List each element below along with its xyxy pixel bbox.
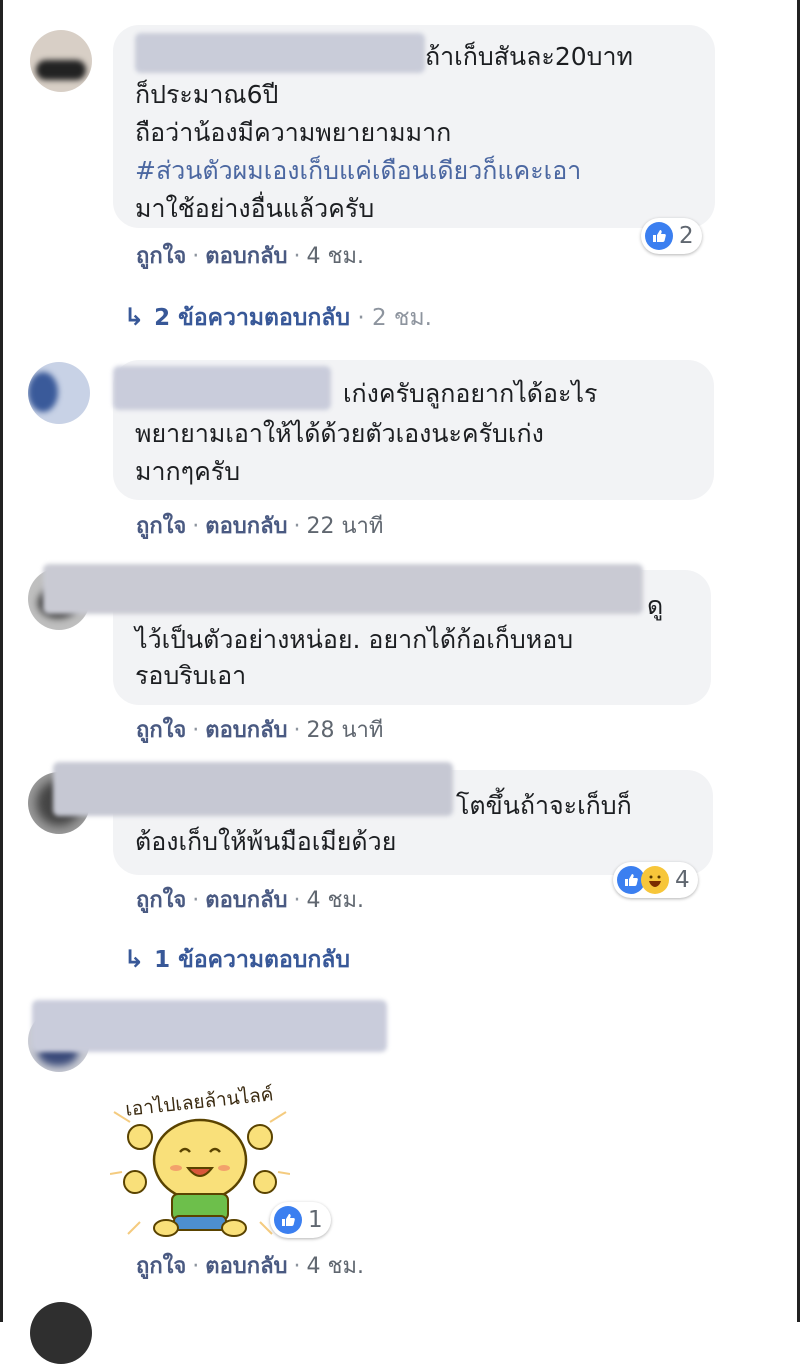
comment-text: มาใช้อย่างอื่นแล้วครับ bbox=[135, 194, 375, 223]
blurred-author-name[interactable] bbox=[53, 762, 453, 816]
view-replies-link[interactable]: ↳ 2 ข้อความตอบกลับ · 2 ชม. bbox=[124, 300, 432, 336]
reply-arrow-icon: ↳ bbox=[124, 945, 145, 973]
comment-text: ถ้าเก็บสันละ20บาท bbox=[425, 42, 634, 71]
like-reaction-icon bbox=[274, 1206, 302, 1234]
comment-text: โตขึ้นถ้าจะเก็บก็ bbox=[456, 791, 632, 820]
sticker-caption: เอาไปเลยล้านไลค์ bbox=[124, 1083, 274, 1120]
timestamp[interactable]: 4 ชม. bbox=[307, 244, 364, 269]
reaction-count: 2 bbox=[679, 223, 694, 249]
comment-text: ดู bbox=[647, 591, 664, 620]
window-border-left bbox=[0, 0, 3, 1322]
comment-actions: ถูกใจ · ตอบกลับ · 4 ชม. bbox=[136, 244, 364, 269]
comment-bubble: ถ้าเก็บสันละ20บาท ก็ประมาณ6ปี ถือว่าน้อง… bbox=[113, 25, 715, 228]
reaction-count: 4 bbox=[675, 867, 690, 893]
avatar[interactable] bbox=[30, 30, 92, 92]
reaction-summary[interactable]: 4 bbox=[613, 862, 698, 898]
blurred-author-name[interactable] bbox=[32, 1000, 387, 1052]
reply-link[interactable]: ตอบกลับ bbox=[205, 888, 287, 913]
comment-bubble: ดู ไว้เป็นตัวอย่างหน่อย. อยากได้ก้อเก็บห… bbox=[43, 564, 711, 705]
comment-actions: ถูกใจ · ตอบกลับ · 28 นาที bbox=[136, 718, 384, 743]
timestamp[interactable]: 4 ชม. bbox=[307, 1254, 364, 1279]
like-link[interactable]: ถูกใจ bbox=[136, 888, 186, 913]
comment-text: ถือว่าน้องมีความพยายามมาก bbox=[135, 118, 452, 147]
like-reaction-icon bbox=[645, 222, 673, 250]
comment-bubble: โตขึ้นถ้าจะเก็บก็ ต้องเก็บให้พ้นมือเมียด… bbox=[53, 762, 713, 875]
comment-text: ไว้เป็นตัวอย่างหน่อย. อยากได้ก้อเก็บหอบ bbox=[135, 625, 574, 654]
comment-text: เก่งครับลูกอยากได้อะไร bbox=[343, 379, 598, 408]
comment-text: มากๆครับ bbox=[135, 457, 241, 486]
blurred-author-name[interactable] bbox=[43, 564, 643, 614]
view-replies-link[interactable]: ↳ 1 ข้อความตอบกลับ bbox=[124, 942, 350, 978]
comment-text: พยายามเอาให้ได้ด้วยตัวเองนะครับเก่ง bbox=[135, 419, 544, 448]
reply-link[interactable]: ตอบกลับ bbox=[205, 514, 287, 539]
like-link[interactable]: ถูกใจ bbox=[136, 1254, 186, 1279]
comment-text: รอบริบเอา bbox=[135, 661, 247, 690]
avatar[interactable] bbox=[28, 362, 90, 424]
like-link[interactable]: ถูกใจ bbox=[136, 244, 186, 269]
sticker[interactable]: เอาไปเลยล้านไลค์ bbox=[109, 1082, 291, 1242]
reaction-summary[interactable]: 2 bbox=[641, 218, 702, 254]
timestamp[interactable]: 4 ชม. bbox=[307, 888, 364, 913]
timestamp[interactable]: 22 นาที bbox=[307, 514, 384, 539]
like-link[interactable]: ถูกใจ bbox=[136, 718, 186, 743]
comment-bubble: เก่งครับลูกอยากได้อะไร พยายามเอาให้ได้ด้… bbox=[113, 360, 714, 500]
blurred-author-name[interactable] bbox=[135, 33, 425, 73]
reaction-count: 1 bbox=[308, 1207, 323, 1233]
reply-arrow-icon: ↳ bbox=[124, 303, 145, 331]
haha-reaction-icon bbox=[641, 866, 669, 894]
comment-text: ก็ประมาณ6ปี bbox=[135, 80, 279, 109]
comment-actions: ถูกใจ · ตอบกลับ · 4 ชม. bbox=[136, 1254, 364, 1279]
blurred-author-name[interactable] bbox=[113, 366, 331, 410]
avatar[interactable] bbox=[30, 1302, 92, 1364]
timestamp[interactable]: 28 นาที bbox=[307, 718, 384, 743]
reply-link[interactable]: ตอบกลับ bbox=[205, 244, 287, 269]
like-link[interactable]: ถูกใจ bbox=[136, 514, 186, 539]
comment-actions: ถูกใจ · ตอบกลับ · 4 ชม. bbox=[136, 888, 364, 913]
comment-text: ต้องเก็บให้พ้นมือเมียด้วย bbox=[135, 827, 397, 856]
reply-link[interactable]: ตอบกลับ bbox=[205, 718, 287, 743]
reply-link[interactable]: ตอบกลับ bbox=[205, 1254, 287, 1279]
reaction-summary[interactable]: 1 bbox=[270, 1202, 331, 1238]
replies-timestamp: 2 ชม. bbox=[371, 305, 432, 331]
hashtag-link[interactable]: #ส่วนตัวผมเองเก็บแค่เดือนเดียวก็แคะเอา bbox=[135, 153, 581, 189]
comment-actions: ถูกใจ · ตอบกลับ · 22 นาที bbox=[136, 514, 384, 539]
